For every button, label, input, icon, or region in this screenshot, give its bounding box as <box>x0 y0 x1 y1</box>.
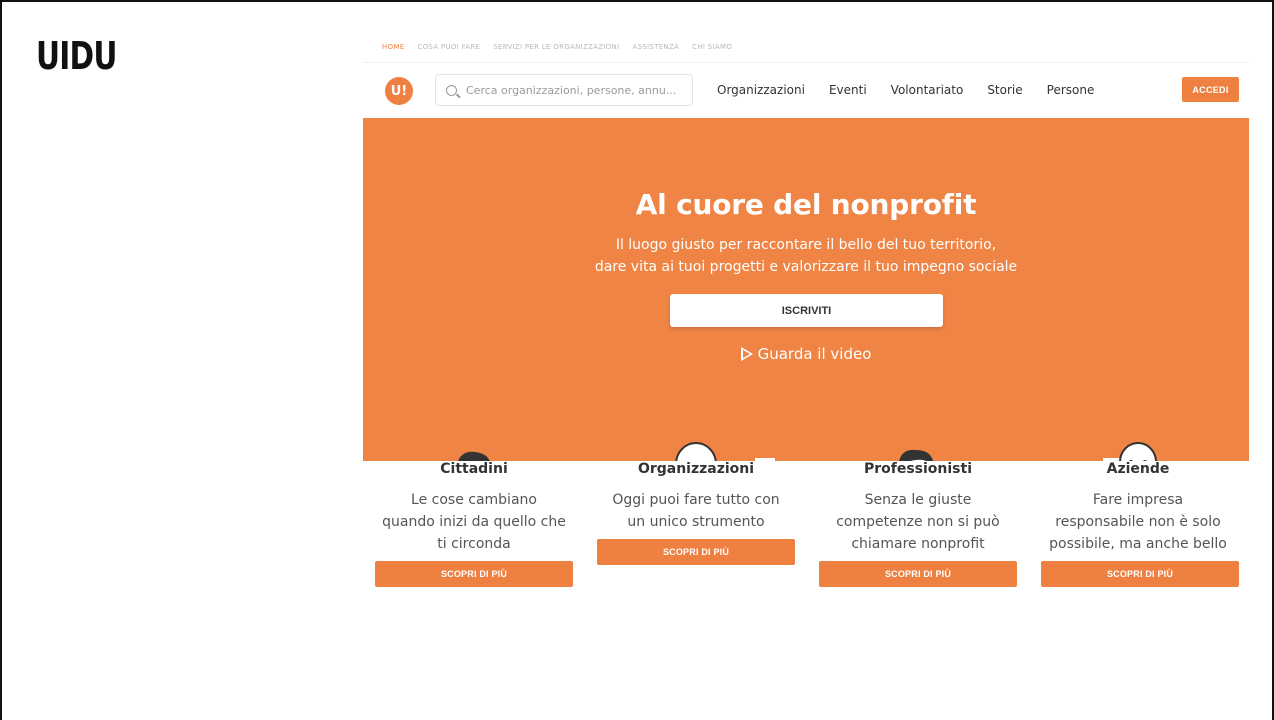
audience-description-line: responsabile non è solo <box>1055 514 1221 530</box>
audience-description-line: quando inizi da quello che <box>382 514 566 530</box>
audience-description-line: Fare impresa <box>1092 492 1184 508</box>
audience-description-line: chiamare nonprofit <box>851 536 985 552</box>
play-icon <box>740 347 753 361</box>
signup-button[interactable]: ISCRIVITI <box>670 294 943 327</box>
audience-section: Cittadini Le cose cambiano quando inizi … <box>363 461 1249 691</box>
website-screenshot: HOME COSA PUOI FARE SERVIZI PER LE ORGAN… <box>363 31 1249 691</box>
scopri-aziende-button[interactable]: SCOPRI DI PIÙ <box>1041 561 1239 587</box>
audience-card-professionisti: Professionisti Senza le giuste competenz… <box>807 461 1029 587</box>
audience-description-line: Senza le giuste <box>864 492 972 508</box>
audience-description: Le cose cambiano quando inizi da quello … <box>363 489 585 555</box>
top-utility-bar: HOME COSA PUOI FARE SERVIZI PER LE ORGAN… <box>363 31 1249 63</box>
nav-link-persone[interactable]: Persone <box>1047 83 1095 97</box>
search-icon <box>446 84 457 96</box>
audience-description: Fare impresa responsabile non è solo pos… <box>1027 489 1249 555</box>
topbar-link-chi-siamo[interactable]: CHI SIAMO <box>692 43 732 51</box>
audience-description-line: un unico strumento <box>627 514 765 530</box>
scopri-cittadini-button[interactable]: SCOPRI DI PIÙ <box>375 561 573 587</box>
nav-link-volontariato[interactable]: Volontariato <box>891 83 964 97</box>
audience-description: Senza le giuste competenze non si può ch… <box>807 489 1029 555</box>
nav-link-organizzazioni[interactable]: Organizzazioni <box>717 83 805 97</box>
topbar-link-cosa-puoi-fare[interactable]: COSA PUOI FARE <box>417 43 480 51</box>
audience-description-line: competenze non si può <box>836 514 1000 530</box>
nav-links: Organizzazioni Eventi Volontariato Stori… <box>717 83 1118 97</box>
audience-description-line: ti circonda <box>437 536 511 552</box>
uidu-logo[interactable]: U! <box>385 77 413 105</box>
hero-subtitle-line: dare vita ai tuoi progetti e valorizzare… <box>594 259 1018 275</box>
topbar-link-home[interactable]: HOME <box>382 43 404 51</box>
audience-title: Aziende <box>1106 461 1170 477</box>
nav-link-eventi[interactable]: Eventi <box>829 83 867 97</box>
hero-subtitle: Il luogo giusto per raccontare il bello … <box>363 234 1249 278</box>
audience-card-cittadini: Cittadini Le cose cambiano quando inizi … <box>363 461 585 587</box>
audience-description-line: Oggi puoi fare tutto con <box>612 492 780 508</box>
audience-card-organizzazioni: Organizzazioni Oggi puoi fare tutto con … <box>585 461 807 565</box>
scopri-organizzazioni-button[interactable]: SCOPRI DI PIÙ <box>597 539 795 565</box>
watch-video-label: Guarda il video <box>757 345 872 363</box>
audience-title: Cittadini <box>440 461 508 477</box>
hero-title: Al cuore del nonprofit <box>635 188 977 221</box>
nav-link-storie[interactable]: Storie <box>987 83 1022 97</box>
search-input[interactable] <box>466 83 686 97</box>
search-box[interactable] <box>435 74 693 106</box>
scopri-professionisti-button[interactable]: SCOPRI DI PIÙ <box>819 561 1017 587</box>
audience-description-line: Le cose cambiano <box>411 492 537 508</box>
audience-title: Organizzazioni <box>637 461 755 477</box>
watch-video-link[interactable]: Guarda il video <box>363 345 1249 363</box>
main-navbar: U! Organizzazioni Eventi Volontariato St… <box>363 63 1249 118</box>
slide-title: UIDU <box>36 34 117 78</box>
audience-description: Oggi puoi fare tutto con un unico strume… <box>585 489 807 533</box>
audience-card-aziende: Aziende Fare impresa responsabile non è … <box>1027 461 1249 587</box>
audience-title: Professionisti <box>863 461 973 477</box>
hero-subtitle-line: Il luogo giusto per raccontare il bello … <box>615 237 997 253</box>
topbar-link-assistenza[interactable]: ASSISTENZA <box>632 43 679 51</box>
login-button[interactable]: ACCEDI <box>1182 77 1239 102</box>
topbar-link-servizi[interactable]: SERVIZI PER LE ORGANIZZAZIONI <box>493 43 619 51</box>
audience-description-line: possibile, ma anche bello <box>1049 536 1227 552</box>
